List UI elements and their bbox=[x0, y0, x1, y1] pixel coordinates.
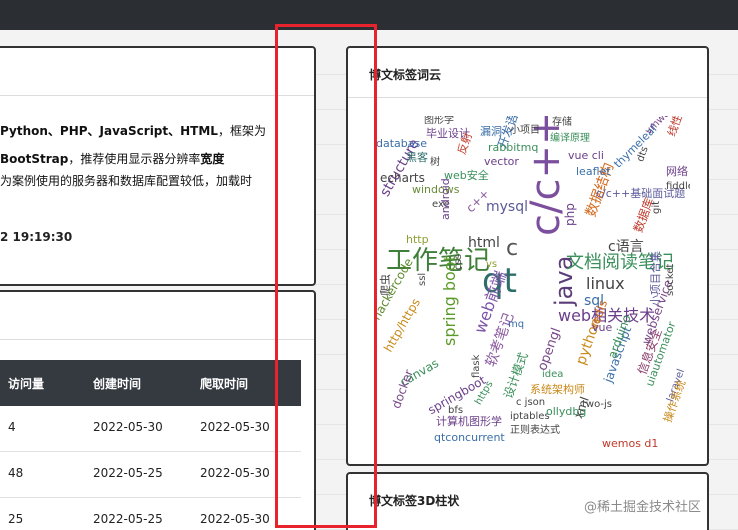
panel-title: 博文标签词云 bbox=[369, 68, 442, 82]
wordcloud-word: vector bbox=[484, 155, 519, 168]
cell-views: 25 bbox=[8, 512, 24, 526]
info-update-date: 2 19:19:30 bbox=[0, 230, 73, 244]
wordcloud-word: 存储 bbox=[552, 117, 572, 128]
wordcloud-word: c json bbox=[516, 397, 546, 408]
wordcloud-word: vs bbox=[486, 259, 498, 270]
cell-crawled: 2022-05-30 bbox=[200, 420, 270, 434]
wordcloud-word: docker bbox=[389, 367, 417, 411]
wordcloud-word: linux bbox=[586, 274, 625, 293]
wordcloud-word: 小项目合集 bbox=[649, 251, 662, 306]
wordcloud-word: 黑客 bbox=[406, 151, 428, 164]
wordcloud-word: php bbox=[563, 203, 577, 226]
wordcloud-word: mysql bbox=[486, 199, 528, 215]
tag-wordcloud-panel-header: 博文标签词云 bbox=[348, 48, 707, 98]
wordcloud-word: socket bbox=[665, 263, 676, 296]
watermark: @稀土掘金技术社区 bbox=[584, 500, 702, 515]
info-framework: BootStrap，推荐使用显示器分辨率宽度 bbox=[0, 150, 224, 167]
wordcloud-word: bfs bbox=[448, 405, 464, 416]
cell-created: 2022-05-30 bbox=[93, 420, 163, 434]
info-tech-stack: Python、PHP、JavaScript、HTML，框架为 bbox=[0, 122, 266, 139]
info-framework-mid: ，推荐使用显示器分辨率 bbox=[68, 152, 201, 166]
column-header-views[interactable]: 访问量 bbox=[8, 375, 44, 392]
wordcloud-word: 树 bbox=[430, 157, 440, 168]
site-info-panel-header bbox=[0, 48, 314, 96]
wordcloud-word: android bbox=[439, 178, 452, 220]
wordcloud-word: git bbox=[651, 200, 662, 214]
wordcloud-word: rabbitmq bbox=[488, 141, 539, 154]
wordcloud-word: iptables bbox=[510, 411, 550, 422]
wordcloud-word: opengl bbox=[535, 326, 565, 373]
wordcloud-word: leaflet bbox=[576, 165, 611, 178]
table-row[interactable]: 48 2022-05-25 2022-05-30 bbox=[0, 452, 301, 498]
column-header-crawled[interactable]: 爬取时间 bbox=[200, 375, 248, 392]
wordcloud-word: dts bbox=[635, 145, 651, 164]
wordcloud-word: css bbox=[453, 254, 464, 270]
wordcloud-word: vue cli bbox=[568, 149, 604, 162]
wordcloud-word: mq bbox=[508, 319, 525, 330]
info-tech-stack-bold: Python、PHP、JavaScript、HTML bbox=[0, 124, 218, 138]
article-table-panel: 访问量 创建时间 爬取时间 4 2022-05-30 2022-05-30 48… bbox=[0, 290, 316, 530]
wordcloud-word: 计算机图形学 bbox=[436, 415, 502, 428]
wordcloud-word: xml bbox=[571, 394, 592, 421]
cell-crawled: 2022-05-30 bbox=[200, 512, 270, 526]
wordcloud-word: c bbox=[506, 236, 519, 261]
wordcloud-word: flask bbox=[471, 354, 482, 378]
wordcloud-word: 设计模式 bbox=[501, 350, 531, 401]
wordcloud-word: ssl bbox=[417, 272, 428, 286]
wordcloud-word: idea bbox=[542, 369, 564, 380]
wordcloud-word: vue bbox=[592, 321, 613, 334]
wordcloud-word: 编译原理 bbox=[550, 133, 590, 144]
cell-views: 48 bbox=[8, 466, 24, 480]
wordcloud-word: 操作系统 bbox=[661, 378, 689, 425]
wordcloud-word: http bbox=[406, 233, 429, 246]
wordcloud-word: c语言 bbox=[608, 239, 644, 255]
wordcloud-word: 小项目 bbox=[510, 125, 540, 136]
tag-wordcloud-panel: 博文标签词云 工作笔记 qt c/c++ java 文档阅读笔记 web相关技术 web前端… bbox=[346, 46, 709, 466]
wordcloud-word: qtconcurrent bbox=[434, 431, 505, 444]
column-header-created[interactable]: 创建时间 bbox=[93, 375, 141, 392]
wordcloud-word: fiddler bbox=[666, 181, 690, 192]
cell-created: 2022-05-25 bbox=[93, 466, 163, 480]
wordcloud-word: 爬虫 bbox=[379, 274, 392, 296]
info-server-note: 为案例使用的服务器和数据库配置较低，加载时 bbox=[0, 174, 253, 188]
wordcloud-word: 正则表达式 bbox=[510, 425, 560, 436]
site-info-panel: Python、PHP、JavaScript、HTML，框架为 BootStrap… bbox=[0, 46, 316, 286]
tag-wordcloud: 工作笔记 qt c/c++ java 文档阅读笔记 web相关技术 web前端 spring … bbox=[376, 116, 690, 452]
cell-crawled: 2022-05-30 bbox=[200, 466, 270, 480]
article-table-panel-header bbox=[0, 292, 314, 340]
wordcloud-word: html bbox=[468, 235, 500, 251]
wordcloud-word: 线性表 bbox=[665, 116, 689, 139]
info-framework-width: 宽度 bbox=[200, 152, 225, 166]
info-tech-stack-rest: ，框架为 bbox=[217, 124, 266, 138]
cell-created: 2022-05-25 bbox=[93, 512, 163, 526]
wordcloud-word: 漏洞 bbox=[480, 125, 502, 138]
wordcloud-word: 网络 bbox=[666, 165, 688, 178]
panel-title: 博文标签3D柱状 bbox=[369, 494, 460, 508]
annotation-highlight-box bbox=[275, 24, 377, 528]
cell-views: 4 bbox=[8, 420, 16, 434]
wordcloud-word: windows bbox=[412, 183, 460, 196]
info-framework-bold: BootStrap bbox=[0, 152, 69, 166]
wordcloud-word: 系统架构师 bbox=[530, 383, 585, 396]
table-row[interactable]: 4 2022-05-30 2022-05-30 bbox=[0, 406, 301, 452]
wordcloud-word: database bbox=[376, 137, 427, 150]
wordcloud-word: 图形学 bbox=[424, 116, 454, 126]
table-header: 访问量 创建时间 爬取时间 bbox=[0, 360, 301, 406]
wordcloud-word: wemos d1 bbox=[602, 437, 659, 450]
table-row[interactable]: 25 2022-05-25 2022-05-30 bbox=[0, 498, 301, 530]
